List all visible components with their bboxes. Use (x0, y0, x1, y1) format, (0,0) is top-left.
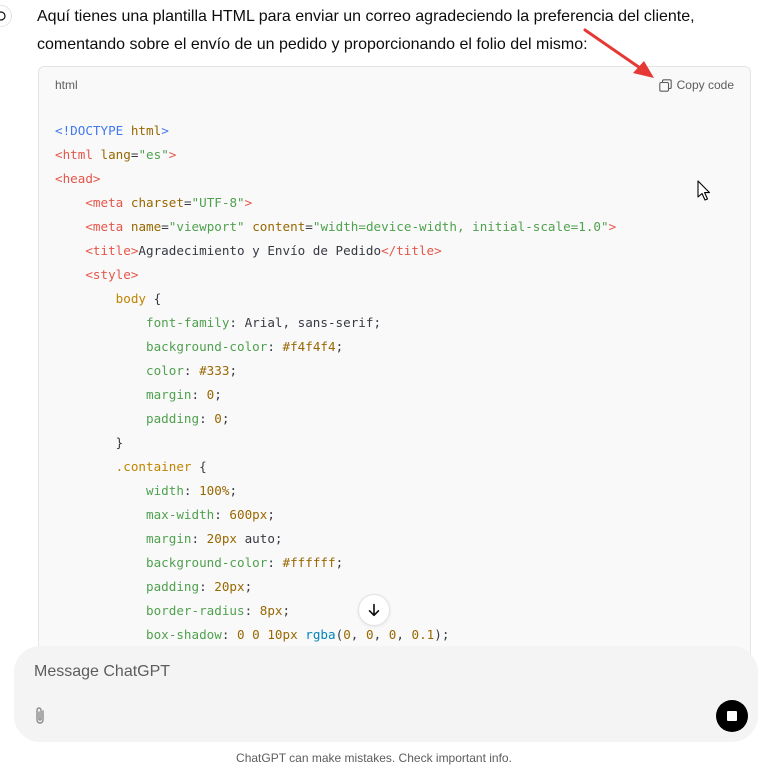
disclaimer-text: ChatGPT can make mistakes. Check importa… (236, 751, 512, 765)
copy-icon (658, 78, 672, 92)
paperclip-icon (36, 707, 44, 724)
stop-generating-button[interactable] (716, 700, 748, 732)
arrow-down-icon (368, 603, 380, 617)
stop-icon (727, 711, 737, 721)
copy-code-button[interactable]: Copy code (658, 78, 734, 92)
code-content: <!DOCTYPE html> <html lang="es"> <head> … (55, 123, 617, 642)
code-block: html Copy code <!DOCTYPE html> <html lan… (38, 66, 751, 668)
attach-file-button[interactable] (30, 704, 50, 728)
message-composer (14, 646, 758, 742)
mouse-cursor-icon (697, 180, 711, 201)
annotation-arrow (583, 28, 654, 78)
code-language-label: html (55, 78, 78, 92)
message-input[interactable] (32, 658, 676, 686)
copy-code-label: Copy code (676, 78, 734, 92)
scroll-to-bottom-button[interactable] (358, 594, 390, 626)
assistant-avatar-icon (0, 5, 12, 27)
